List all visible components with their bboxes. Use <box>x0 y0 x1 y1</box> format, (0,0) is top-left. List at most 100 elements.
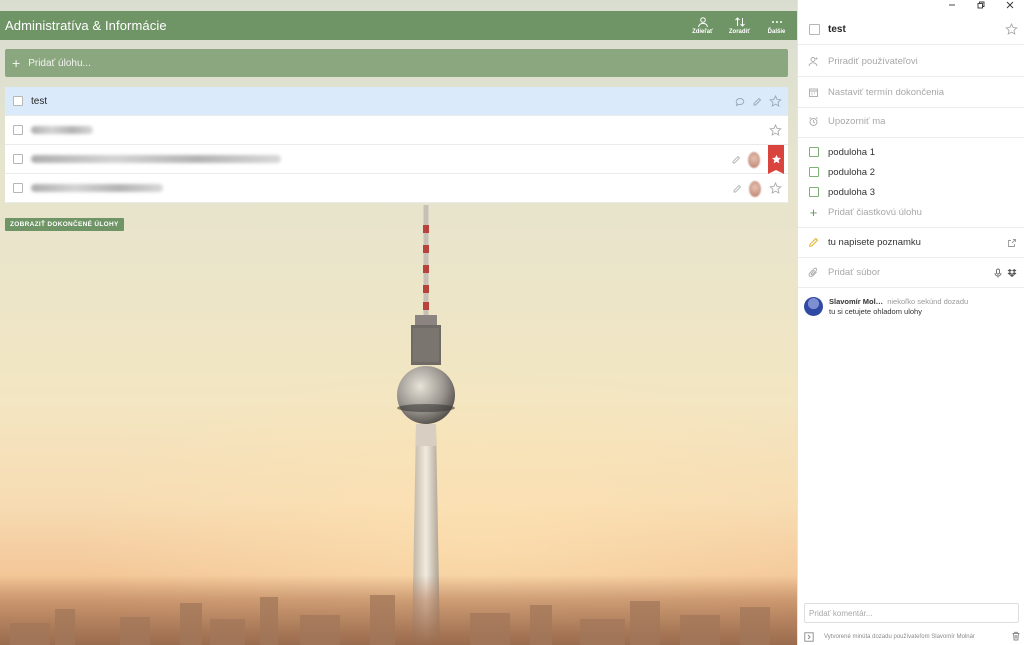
task-row[interactable] <box>5 145 788 174</box>
assign-row[interactable]: Priradiť používateľovi <box>798 46 1024 76</box>
comment-body: Slavomír Mol… niekoľko sekúnd dozadu tu s… <box>829 297 968 317</box>
subtask-checkbox[interactable] <box>809 187 819 197</box>
task-title: test <box>31 95 48 107</box>
subtask-row[interactable]: poduloha 1 <box>798 142 1024 162</box>
starred-flag[interactable] <box>768 145 784 174</box>
microphone-icon[interactable] <box>993 268 1003 278</box>
task-list: test <box>5 87 788 203</box>
dropbox-icon[interactable] <box>1007 268 1017 278</box>
restore-icon <box>977 1 984 9</box>
star-icon[interactable] <box>769 182 782 195</box>
detail-star-icon[interactable] <box>1005 22 1018 36</box>
share-user-icon <box>697 17 708 28</box>
sort-label: Zoradiť <box>728 29 751 35</box>
reminder-row[interactable]: Upozorniť ma <box>798 107 1024 136</box>
task-row[interactable] <box>5 116 788 145</box>
comment-item: Slavomír Mol… niekoľko sekúnd dozadu tu s… <box>804 297 1019 317</box>
comment-time: niekoľko sekúnd dozadu <box>887 297 969 306</box>
comment-input[interactable]: Pridať komentár... <box>804 603 1019 623</box>
minimize-icon <box>948 4 955 6</box>
window-controls <box>937 0 1024 10</box>
pencil-icon <box>808 237 819 248</box>
sort-button[interactable]: Zoradiť <box>725 11 754 40</box>
detail-title-row: test <box>798 14 1024 45</box>
comment-text: tu si cetujete ohladom ulohy <box>829 307 922 316</box>
detail-title[interactable]: test <box>828 24 846 35</box>
divider <box>798 287 1024 288</box>
share-label: Zdieľať <box>692 29 713 35</box>
comment-author: Slavomír Mol… <box>829 297 884 306</box>
task-checkbox[interactable] <box>13 96 23 106</box>
subtask-label: poduloha 2 <box>828 166 876 178</box>
note-icon <box>732 184 742 194</box>
comment-icon <box>735 97 745 107</box>
avatar <box>804 297 823 316</box>
assign-label: Priradiť používateľovi <box>828 55 918 67</box>
add-subtask-label: Pridať čiastkovú úlohu <box>828 206 922 218</box>
assign-user-icon <box>808 56 819 67</box>
share-button[interactable]: Zdieľať <box>688 11 717 40</box>
list-header-actions: Zdieľať Zoradiť Ďalšie <box>688 11 791 40</box>
subtask-label: poduloha 1 <box>828 146 876 158</box>
task-title-redacted <box>31 155 281 163</box>
detail-checkbox[interactable] <box>809 23 820 35</box>
list-header: Administratíva & Informácie Zdieľať Zora… <box>0 11 797 40</box>
task-row[interactable] <box>5 174 788 203</box>
more-label: Ďalšie <box>767 29 786 35</box>
note-icon <box>731 155 741 165</box>
divider <box>798 137 1024 138</box>
task-row[interactable]: test <box>5 87 788 116</box>
list-title: Administratíva & Informácie <box>5 18 167 33</box>
due-date-row[interactable]: Nastaviť termín dokončenia <box>798 77 1024 107</box>
sort-icon <box>734 17 745 27</box>
subtask-row[interactable]: poduloha 3 <box>798 182 1024 202</box>
subtask-checkbox[interactable] <box>809 147 819 157</box>
subtask-checkbox[interactable] <box>809 167 819 177</box>
note-row[interactable]: tu napisete poznamku <box>798 228 1024 257</box>
show-completed-button[interactable]: ZOBRAZIŤ DOKONČENÉ ÚLOHY <box>5 218 124 231</box>
close-button[interactable] <box>995 0 1024 10</box>
detail-footer: Vytvorené minúta dozadu používateľom Sla… <box>798 628 1024 645</box>
star-icon[interactable] <box>769 95 782 108</box>
trash-icon[interactable] <box>1011 631 1021 641</box>
assignee-avatar <box>749 180 761 197</box>
reminder-label: Upozorniť ma <box>828 116 886 127</box>
more-icon <box>771 21 782 23</box>
minimize-button[interactable] <box>937 0 966 10</box>
task-title-redacted <box>31 184 163 192</box>
alarm-clock-icon <box>808 116 819 127</box>
star-filled-icon <box>771 154 781 164</box>
add-file-row[interactable]: Pridať súbor <box>798 258 1024 287</box>
task-row-meta <box>732 174 788 203</box>
add-task-input[interactable]: + Pridať úlohu... <box>5 49 788 77</box>
task-title-redacted <box>31 126 93 134</box>
background-skyline <box>0 575 797 645</box>
assignee-avatar <box>748 151 760 168</box>
plus-icon: + <box>12 55 21 71</box>
open-external-icon[interactable] <box>1007 238 1017 248</box>
add-file-label: Pridať súbor <box>828 267 881 278</box>
task-detail-pane: test Priradiť používateľovi Nastaviť ter… <box>797 0 1024 645</box>
plus-icon: + <box>809 204 818 220</box>
task-checkbox[interactable] <box>13 125 23 135</box>
add-subtask-row[interactable]: + Pridať čiastkovú úlohu <box>798 202 1024 222</box>
created-info: Vytvorené minúta dozadu používateľom Sla… <box>824 633 975 640</box>
task-list-pane: Administratíva & Informácie Zdieľať Zora… <box>0 0 797 645</box>
more-button[interactable]: Ďalšie <box>762 11 791 40</box>
subtask-label: poduloha 3 <box>828 186 876 198</box>
task-checkbox[interactable] <box>13 183 23 193</box>
calendar-icon <box>808 87 819 98</box>
task-row-meta <box>731 145 788 174</box>
restore-button[interactable] <box>966 0 995 10</box>
due-date-label: Nastaviť termín dokončenia <box>828 86 945 98</box>
add-task-placeholder: Pridať úlohu... <box>28 57 91 69</box>
paperclip-icon <box>808 267 819 278</box>
subtask-row[interactable]: poduloha 2 <box>798 162 1024 182</box>
star-icon[interactable] <box>769 124 782 137</box>
note-icon <box>752 97 762 107</box>
task-row-meta <box>769 116 788 145</box>
hide-detail-icon[interactable] <box>804 631 814 642</box>
close-icon <box>1006 1 1013 9</box>
task-checkbox[interactable] <box>13 154 23 164</box>
comment-placeholder: Pridať komentár... <box>809 608 873 618</box>
